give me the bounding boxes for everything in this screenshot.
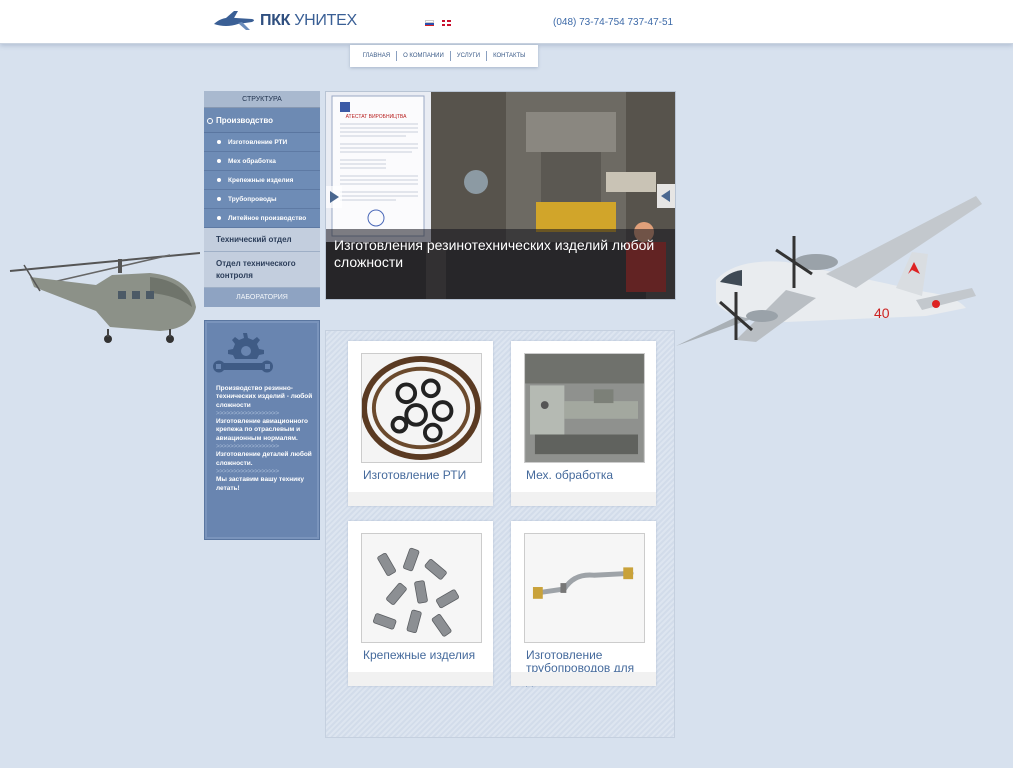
slider-prev-button[interactable] <box>326 186 342 208</box>
sidebar-item-laboratory[interactable]: Лаборатория <box>204 288 320 307</box>
flag-en-icon[interactable] <box>442 20 451 26</box>
helicopter-image <box>9 252 200 343</box>
sidebar: Структура Производство Изготовление РТИ … <box>204 91 320 307</box>
slide-caption: Изготовления резинотехнических изделий л… <box>334 237 655 270</box>
bolts-image <box>361 533 482 643</box>
airplane-image: 40 <box>676 196 982 346</box>
image-slider[interactable]: АТЕСТАТ ВИРОБНИЦТВА Изготовления резинот… <box>325 91 676 300</box>
sidebar-header[interactable]: Структура <box>204 91 320 108</box>
nav-about[interactable]: о компании <box>397 51 451 61</box>
rubber-rings-image <box>361 353 482 463</box>
product-card-machining[interactable]: Мех. обработка <box>511 341 656 506</box>
product-card-rti[interactable]: Изготовление РТИ <box>348 341 493 506</box>
phone-numbers: (048) 73-74-754 737-47-51 <box>553 17 674 28</box>
document-title: АТЕСТАТ ВИРОБНИЦТВА <box>346 114 408 120</box>
top-navigation: главная о компании услуги контакты <box>350 45 538 67</box>
slide-caption-bar: Изготовления резинотехнических изделий л… <box>326 229 675 299</box>
nav-home[interactable]: главная <box>357 51 398 61</box>
pipe-image <box>524 533 645 643</box>
sidebar-item-production[interactable]: Производство <box>204 108 320 133</box>
logo-text: ПКК УНИТЕХ <box>260 12 357 29</box>
sidebar-subitem-pipelines[interactable]: Трубопроводы <box>204 190 320 209</box>
sidebar-item-quality-control[interactable]: Отдел технического контроля <box>204 252 320 288</box>
info-text: Производство резинно-технических изделий… <box>216 385 313 492</box>
header: ПКК УНИТЕХ (048) 73-74-754 737-47-51 <box>0 0 1013 44</box>
tail-number: 40 <box>874 305 890 321</box>
product-label: Изготовление РТИ <box>363 468 467 482</box>
logo[interactable]: ПКК УНИТЕХ <box>212 10 357 32</box>
info-panel: Производство резинно-технических изделий… <box>204 320 320 540</box>
sidebar-subitem-rti[interactable]: Изготовление РТИ <box>204 133 320 152</box>
product-card-fasteners[interactable]: Крепежные изделия <box>348 521 493 686</box>
plane-logo-icon <box>214 11 254 30</box>
sidebar-subitem-foundry[interactable]: Литейное производство <box>204 209 320 228</box>
products-panel: Изготовление РТИ Мех. обработка Крепежны… <box>325 330 675 738</box>
product-label: Крепежные изделия <box>363 648 476 662</box>
product-card-pipelines[interactable]: Изготовление трубопроводов для двигателе… <box>511 521 656 686</box>
lathe-image <box>524 353 645 463</box>
language-switcher <box>425 20 451 26</box>
sidebar-subitem-fasteners[interactable]: Крепежные изделия <box>204 171 320 190</box>
slider-next-button[interactable] <box>657 184 675 208</box>
sidebar-subitem-machining[interactable]: Мех обработка <box>204 152 320 171</box>
nav-services[interactable]: услуги <box>451 51 488 61</box>
flag-ru-icon[interactable] <box>425 20 434 26</box>
gear-wrench-icon <box>213 333 273 373</box>
product-label: Мех. обработка <box>526 468 614 482</box>
sidebar-item-technical-dept[interactable]: Технический отдел <box>204 228 320 252</box>
nav-contacts[interactable]: контакты <box>487 51 531 61</box>
